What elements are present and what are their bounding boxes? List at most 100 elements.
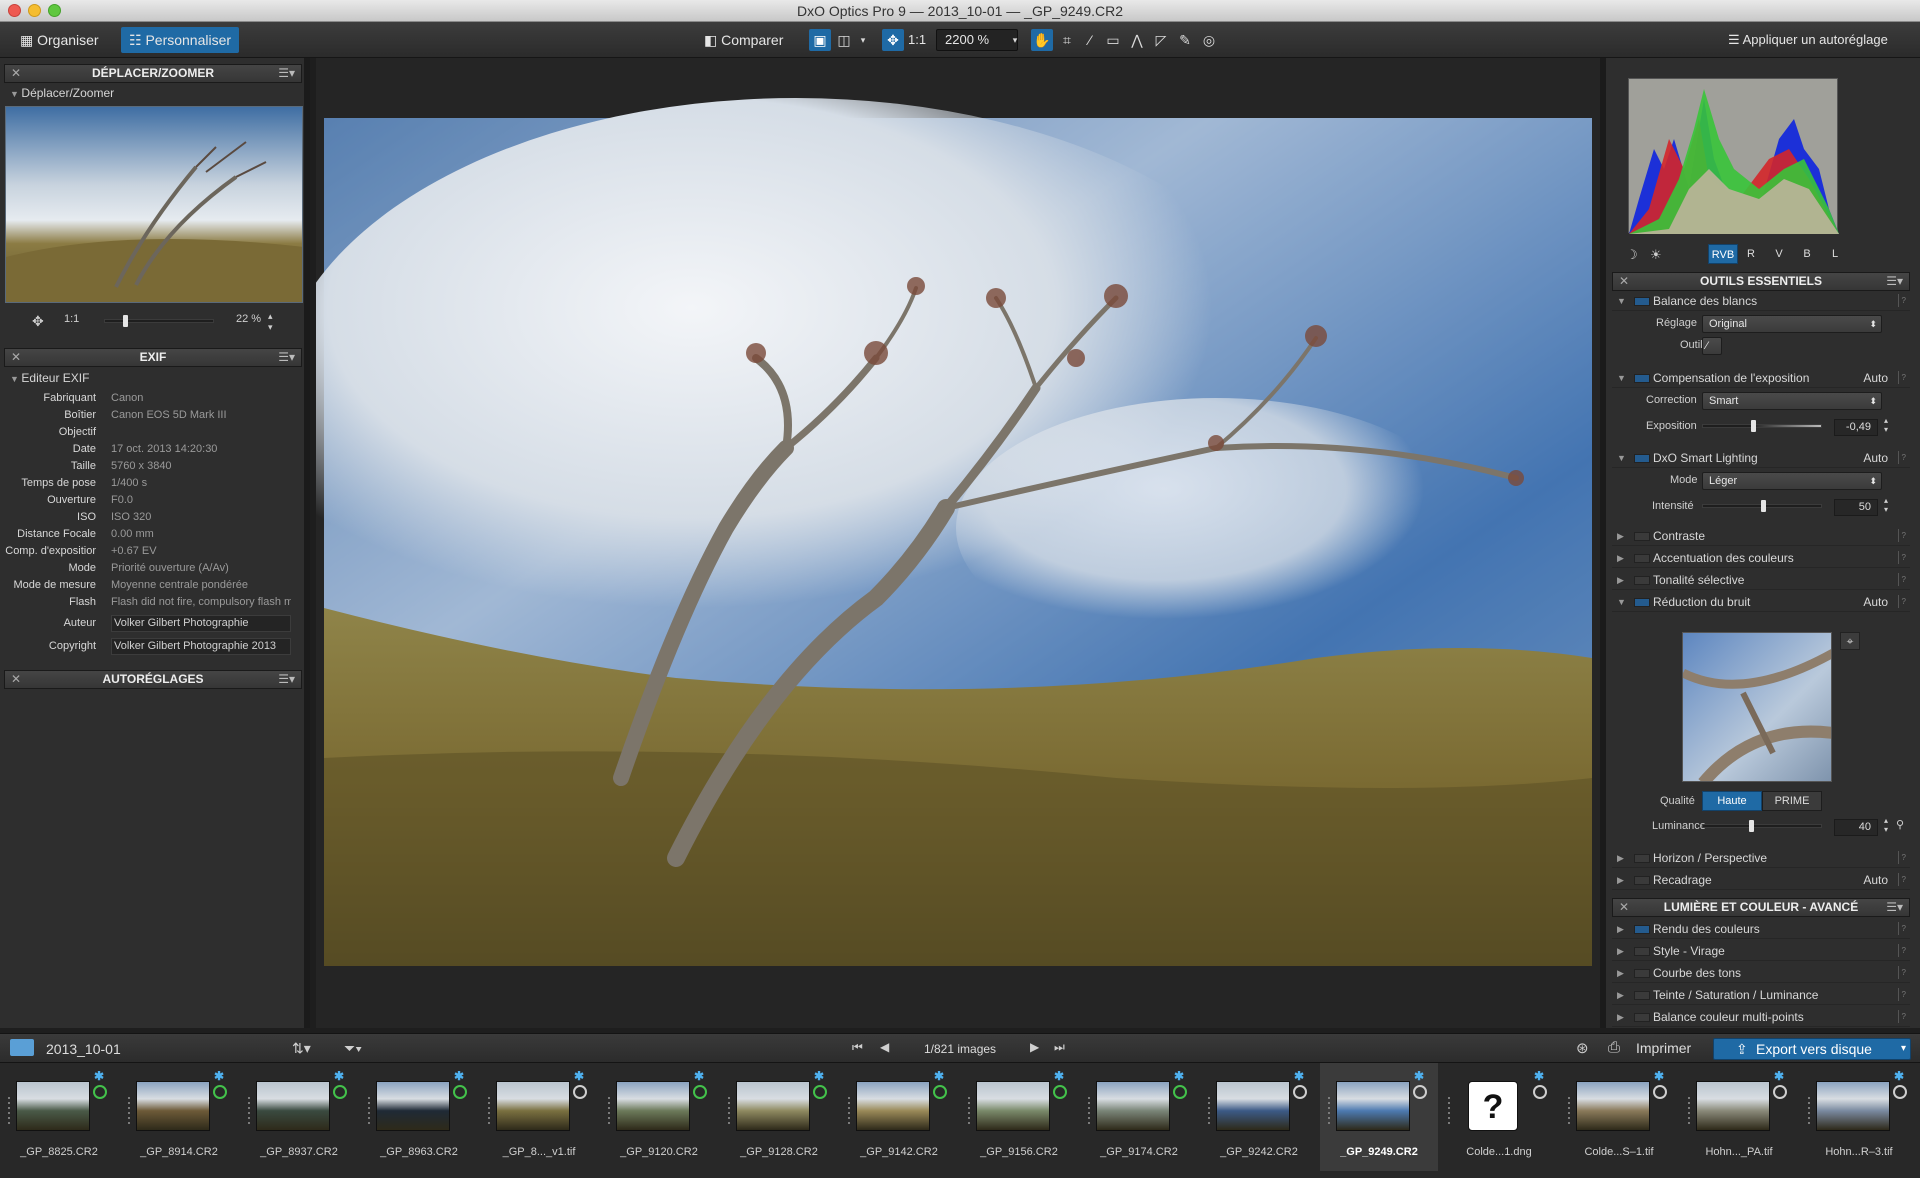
help-icon[interactable]: ? (1898, 451, 1906, 464)
slider-knob[interactable] (1749, 820, 1754, 832)
crosshair-icon[interactable]: ⌖ (1840, 632, 1860, 650)
quality-prime-button[interactable]: PRIME (1762, 791, 1822, 811)
panel-menu-icon[interactable]: ☰▾ (278, 671, 295, 688)
histogram-tab-v[interactable]: V (1766, 244, 1792, 264)
compare-button[interactable]: ◧ Comparer (696, 27, 791, 53)
zoom-dropdown-icon[interactable]: ▾ (1004, 29, 1026, 51)
star-icon[interactable]: ✱ (1534, 1069, 1544, 1083)
move-icon[interactable]: ✥ (32, 313, 44, 330)
star-icon[interactable]: ✱ (814, 1069, 824, 1083)
wb-setting-select[interactable]: Original ⬍ (1702, 315, 1882, 333)
panel-menu-icon[interactable]: ☰▾ (278, 349, 295, 366)
tool-toggle[interactable] (1634, 947, 1650, 956)
filmstrip-item[interactable]: ✱ _GP_9174.CR2 (1080, 1063, 1198, 1171)
filter-icon[interactable]: ⏷▾ (344, 1040, 362, 1057)
filmstrip-item[interactable]: ✱ Hohn...R–3.tif (1800, 1063, 1918, 1171)
star-icon[interactable]: ✱ (1174, 1069, 1184, 1083)
drag-handle[interactable] (128, 1097, 130, 1125)
hand-tool-icon[interactable]: ✋ (1031, 29, 1053, 51)
single-view-icon[interactable]: ▣ (809, 29, 831, 51)
luminance-value[interactable]: 40 (1834, 819, 1878, 836)
drag-handle[interactable] (488, 1097, 490, 1125)
drag-handle[interactable] (728, 1097, 730, 1125)
star-icon[interactable]: ✱ (94, 1069, 104, 1083)
panel-menu-icon[interactable]: ☰▾ (278, 65, 295, 82)
tool-toggle[interactable] (1634, 576, 1650, 585)
export-button[interactable]: ⇪ Export vers disque ▾ (1713, 1038, 1911, 1060)
view-dropdown-icon[interactable]: ▾ (852, 29, 874, 51)
exif-author-field[interactable]: Volker Gilbert Photographie (111, 615, 291, 632)
contrast-row[interactable]: ▶ Contraste? (1612, 526, 1910, 546)
picker-tool-icon[interactable]: ⁄ (1079, 29, 1101, 51)
process-icon[interactable]: ⊛ (1576, 1039, 1589, 1057)
filmstrip-item[interactable]: ✱ _GP_9120.CR2 (600, 1063, 718, 1171)
help-icon[interactable]: ? (1898, 573, 1906, 586)
advanced-tool-row[interactable]: ▶ Courbe des tons? (1612, 963, 1910, 983)
stepper-icon[interactable]: ▴ ▾ (1884, 496, 1888, 514)
help-icon[interactable]: ? (1898, 294, 1906, 307)
tool-toggle[interactable] (1634, 925, 1650, 934)
star-icon[interactable]: ✱ (694, 1069, 704, 1083)
drag-handle[interactable] (1688, 1097, 1690, 1125)
help-icon[interactable]: ? (1898, 529, 1906, 542)
loupe-tool-icon[interactable]: ◎ (1198, 29, 1220, 51)
apply-preset-button[interactable]: ☰ Appliquer un autoréglage (1720, 27, 1896, 53)
drag-handle[interactable] (1328, 1097, 1330, 1125)
tool-toggle[interactable] (1634, 991, 1650, 1000)
last-image-icon[interactable]: ⏭ (1054, 1040, 1065, 1055)
drag-handle[interactable] (608, 1097, 610, 1125)
help-icon[interactable]: ? (1898, 371, 1906, 384)
star-icon[interactable]: ✱ (574, 1069, 584, 1083)
selective-tone-row[interactable]: ▶ Tonalité sélective? (1612, 570, 1910, 590)
star-icon[interactable]: ✱ (334, 1069, 344, 1083)
advanced-tool-row[interactable]: ▶ Rendu des couleurs? (1612, 919, 1910, 939)
navigator-subheader[interactable]: ▼ Déplacer/Zoomer (10, 86, 114, 100)
main-photo[interactable] (276, 58, 1600, 1028)
filmstrip-item[interactable]: ✱ _GP_8937.CR2 (240, 1063, 358, 1171)
close-icon[interactable]: ✕ (11, 65, 21, 82)
next-image-icon[interactable]: ▶ (1030, 1040, 1039, 1054)
tool-toggle[interactable] (1634, 1013, 1650, 1022)
histogram-tab-r[interactable]: R (1738, 244, 1764, 264)
drag-handle[interactable] (848, 1097, 850, 1125)
prev-image-icon[interactable]: ◀ (880, 1040, 889, 1054)
star-icon[interactable]: ✱ (1054, 1069, 1064, 1083)
tool-toggle[interactable] (1634, 854, 1650, 863)
mode-select[interactable]: Léger ⬍ (1702, 472, 1882, 490)
tool-toggle[interactable] (1634, 374, 1650, 383)
print-button[interactable]: Imprimer (1636, 1040, 1691, 1056)
noise-preview[interactable] (1682, 632, 1832, 782)
star-icon[interactable]: ✱ (1414, 1069, 1424, 1083)
intensity-value[interactable]: 50 (1834, 499, 1878, 516)
filmstrip-item[interactable]: ✱ _GP_8825.CR2 (0, 1063, 118, 1171)
horizon-row[interactable]: ▶ Horizon / Perspective? (1612, 848, 1910, 868)
help-icon[interactable]: ? (1898, 1010, 1906, 1023)
filmstrip-item[interactable]: ✱ _GP_9128.CR2 (720, 1063, 838, 1171)
quality-high-button[interactable]: Haute (1702, 791, 1762, 811)
white-balance-row[interactable]: ▼ Balance des blancs? (1612, 291, 1910, 311)
close-icon[interactable]: ✕ (1619, 273, 1629, 290)
advanced-tool-row[interactable]: ▶ Style - Virage? (1612, 941, 1910, 961)
drag-handle[interactable] (1808, 1097, 1810, 1125)
tool-toggle[interactable] (1634, 969, 1650, 978)
color-accent-row[interactable]: ▶ Accentuation des couleurs? (1612, 548, 1910, 568)
filmstrip-item[interactable]: ✱ _GP_9156.CR2 (960, 1063, 1078, 1171)
horizon-tool-icon[interactable]: ▭ (1102, 29, 1124, 51)
tool-toggle[interactable] (1634, 297, 1650, 306)
crop-tool-icon[interactable]: ⌗ (1056, 29, 1078, 51)
help-icon[interactable]: ? (1898, 873, 1906, 886)
luminance-slider[interactable] (1702, 820, 1822, 832)
zoom-1to1-button[interactable]: 1:1 (900, 27, 934, 53)
help-icon[interactable]: ? (1898, 851, 1906, 864)
tool-toggle[interactable] (1634, 876, 1650, 885)
star-icon[interactable]: ✱ (1654, 1069, 1664, 1083)
drag-handle[interactable] (1568, 1097, 1570, 1125)
drag-handle[interactable] (1448, 1097, 1450, 1125)
navigator-preview[interactable] (5, 106, 303, 303)
drag-handle[interactable] (968, 1097, 970, 1125)
exif-subheader[interactable]: ▼ Editeur EXIF (10, 371, 89, 385)
filmstrip-item[interactable]: ? ✱ Colde...1.dng (1440, 1063, 1558, 1171)
tool-toggle[interactable] (1634, 598, 1650, 607)
drag-handle[interactable] (1088, 1097, 1090, 1125)
filmstrip-item[interactable]: ✱ _GP_8963.CR2 (360, 1063, 478, 1171)
